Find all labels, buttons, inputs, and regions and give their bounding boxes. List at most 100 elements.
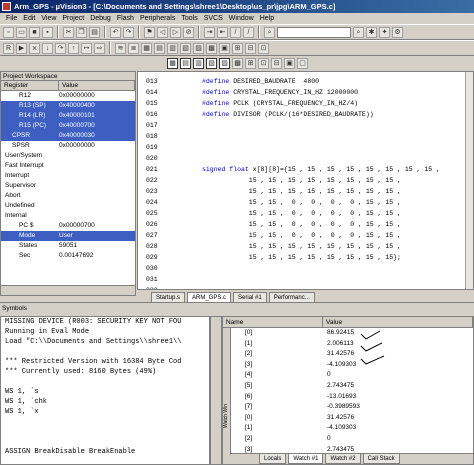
- watch-row[interactable]: [4]0: [223, 370, 473, 381]
- menu-debug[interactable]: Debug: [90, 13, 111, 24]
- tab-locals[interactable]: Locals: [259, 454, 287, 464]
- output-window[interactable]: MISSING DEVICE (R003: SECURITY KEY NOT F…: [0, 316, 210, 465]
- debug-session-icon[interactable]: ✦: [379, 26, 390, 38]
- menu-help[interactable]: Help: [260, 13, 274, 24]
- menu-flash[interactable]: Flash: [117, 13, 134, 24]
- save-icon[interactable]: ■: [29, 26, 40, 38]
- indent-icon[interactable]: ⇥: [204, 26, 215, 38]
- register-row[interactable]: R15 (PC) 0x40000700: [1, 121, 135, 131]
- register-row[interactable]: Interrupt: [1, 171, 135, 181]
- symbols-view-icon[interactable]: ▢: [297, 57, 308, 69]
- watch-row[interactable]: [1] -4.109303: [223, 423, 473, 434]
- watch-row[interactable]: [2] 0: [223, 434, 473, 445]
- output-view-icon[interactable]: ▤: [180, 57, 191, 69]
- memory-window-icon[interactable]: ▤: [154, 42, 165, 54]
- register-row[interactable]: R13 (SP) 0x40000400: [1, 101, 135, 111]
- step-over-icon[interactable]: ↷: [55, 42, 66, 54]
- toolbox-icon[interactable]: ⊡: [258, 42, 269, 54]
- bookmark-icon[interactable]: ⚑: [144, 26, 155, 38]
- run-icon[interactable]: ▶: [16, 42, 27, 54]
- show-next-statement-icon[interactable]: ⇨: [94, 42, 105, 54]
- watch-row[interactable]: [0] 31.42576: [223, 413, 473, 424]
- step-out-icon[interactable]: ↑: [68, 42, 79, 54]
- menu-window[interactable]: Window: [229, 13, 254, 24]
- configure-icon[interactable]: ⚙: [392, 26, 403, 38]
- find-icon[interactable]: ⌕: [353, 26, 364, 38]
- trace-record-icon[interactable]: ≣: [128, 42, 139, 54]
- tab-arm-gps[interactable]: ARM_GPS.c: [187, 292, 232, 302]
- tab-watch-2[interactable]: Watch #2: [325, 454, 361, 464]
- menu-file[interactable]: File: [6, 13, 17, 24]
- run-to-cursor-icon[interactable]: ↦: [81, 42, 92, 54]
- redo-icon[interactable]: ↷: [123, 26, 134, 38]
- register-row[interactable]: CPSR 0x40000030: [1, 131, 135, 141]
- menu-tools[interactable]: Tools: [181, 13, 197, 24]
- register-row[interactable]: SPSR 0x00000000: [1, 141, 135, 151]
- logic-analyzer-icon[interactable]: ⊞: [232, 42, 243, 54]
- open-file-icon[interactable]: ▭: [16, 26, 27, 38]
- workspace-window-icon[interactable]: ▦: [141, 42, 152, 54]
- watch-view-icon[interactable]: ▧: [206, 57, 217, 69]
- save-all-icon[interactable]: ▪: [42, 26, 53, 38]
- paste-icon[interactable]: ▤: [89, 26, 100, 38]
- watch-row[interactable]: [1] 2.006113: [223, 339, 473, 350]
- watch-row[interactable]: [5] 2.743475: [223, 381, 473, 392]
- tab-performance[interactable]: Performanc...: [268, 292, 315, 302]
- tab-watch-1[interactable]: Watch #1: [288, 454, 324, 464]
- register-row[interactable]: States 59051: [1, 241, 135, 251]
- menu-edit[interactable]: Edit: [23, 13, 35, 24]
- watch-row[interactable]: [6] -13.01693: [223, 392, 473, 403]
- registers-view-icon[interactable]: ▣: [284, 57, 295, 69]
- register-row[interactable]: Mode User: [1, 231, 135, 241]
- editor-vertical-scrollbar[interactable]: [465, 72, 473, 289]
- watch-row[interactable]: [3] -4.109303: [223, 360, 473, 371]
- clear-bookmark-icon[interactable]: ⊘: [183, 26, 194, 38]
- register-row[interactable]: Abort: [1, 191, 135, 201]
- analyzer-view-icon[interactable]: ⊞: [245, 57, 256, 69]
- menu-project[interactable]: Project: [62, 13, 84, 24]
- memory-view-icon[interactable]: ▨: [219, 57, 230, 69]
- serial-view-icon[interactable]: ▩: [232, 57, 243, 69]
- performance-analyzer-icon[interactable]: ▣: [219, 42, 230, 54]
- disassembly-icon[interactable]: ▥: [167, 42, 178, 54]
- unindent-icon[interactable]: ⇤: [217, 26, 228, 38]
- callstack-view-icon[interactable]: ⊟: [271, 57, 282, 69]
- code-editor[interactable]: 013 014 015 016 017 018 019 020 021 022 023 024 025 0…: [137, 71, 474, 290]
- trace-icon[interactable]: ≋: [115, 42, 126, 54]
- register-row[interactable]: PC $ 0x00000700: [1, 221, 135, 231]
- watch-row[interactable]: [2] 31.42576: [223, 349, 473, 360]
- uncomment-icon[interactable]: /: [243, 26, 254, 38]
- disassembly-view-icon[interactable]: ▥: [193, 57, 204, 69]
- watch-window-icon[interactable]: ▧: [180, 42, 191, 54]
- register-row[interactable]: Undefined: [1, 201, 135, 211]
- menu-view[interactable]: View: [41, 13, 56, 24]
- find-combo[interactable]: [277, 26, 351, 38]
- incremental-find-icon[interactable]: ✱: [366, 26, 377, 38]
- comment-icon[interactable]: /: [230, 26, 241, 38]
- reset-icon[interactable]: R: [3, 42, 14, 54]
- new-file-icon[interactable]: ▫: [3, 26, 14, 38]
- register-row[interactable]: R12 0x00000000: [1, 91, 135, 101]
- tab-startup[interactable]: Startup.s: [151, 292, 186, 302]
- toolbox-view-icon[interactable]: ⊡: [258, 57, 269, 69]
- undo-icon[interactable]: ↶: [110, 26, 121, 38]
- watch-row[interactable]: [0] 86.92415: [223, 328, 473, 339]
- symbol-window-icon[interactable]: ⊟: [245, 42, 256, 54]
- watch-name-header[interactable]: Name: [223, 317, 323, 327]
- menu-peripherals[interactable]: Peripherals: [140, 13, 175, 24]
- register-column-header[interactable]: Register: [1, 81, 59, 90]
- tab-serial-1[interactable]: Serial #1: [233, 292, 267, 302]
- step-into-icon[interactable]: ↓: [42, 42, 53, 54]
- prev-bookmark-icon[interactable]: ◁: [157, 26, 168, 38]
- find-in-files-icon[interactable]: ⌕: [264, 26, 275, 38]
- register-row[interactable]: Fast Interrupt: [1, 161, 135, 171]
- stop-icon[interactable]: ⨯: [29, 42, 40, 54]
- project-view-icon[interactable]: ▦: [167, 57, 178, 69]
- serial-window-icon[interactable]: ▩: [206, 42, 217, 54]
- tab-call-stack[interactable]: Call Stack: [362, 454, 400, 464]
- code-coverage-icon[interactable]: ▨: [193, 42, 204, 54]
- symbols-label[interactable]: Symbols: [2, 305, 27, 312]
- value-column-header[interactable]: Value: [59, 81, 135, 90]
- cut-icon[interactable]: ✂: [63, 26, 74, 38]
- register-row[interactable]: User/System: [1, 151, 135, 161]
